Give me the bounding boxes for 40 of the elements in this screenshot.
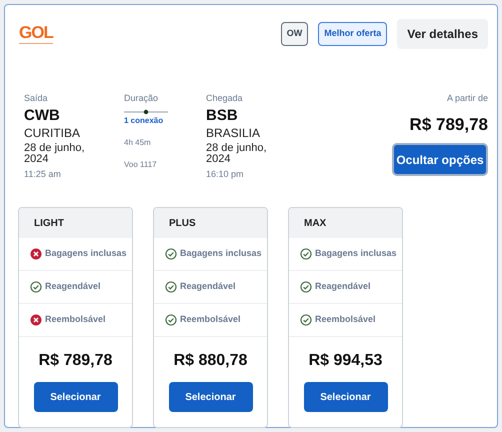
- select-button[interactable]: Selecionar: [304, 382, 388, 412]
- flight-time: 16:10 pm: [206, 168, 245, 181]
- airport-code: CWB: [24, 106, 61, 126]
- feature-text: Reagendável: [180, 280, 236, 294]
- arrival-label: Chegada: [206, 92, 244, 105]
- toggle-options-button[interactable]: Ocultar opções: [392, 143, 488, 176]
- price-label: A partir de: [446, 92, 488, 105]
- fare-price: R$ 789,78: [38, 351, 112, 371]
- stops-text: 1 conexão: [124, 114, 164, 126]
- select-button[interactable]: Selecionar: [168, 382, 252, 412]
- feature-text: Reagendável: [315, 280, 371, 294]
- fare-price: R$ 994,53: [308, 351, 382, 371]
- fare-name: PLUS: [169, 216, 196, 230]
- flight-time: 11:25 am: [24, 168, 62, 180]
- fare-price: R$ 880,78: [174, 351, 248, 371]
- city-name: CURITIBA: [24, 126, 82, 140]
- select-button[interactable]: Selecionar: [34, 382, 118, 412]
- badge: OW: [280, 22, 308, 46]
- flight-date: 28 de junho, 2024: [206, 142, 268, 164]
- fare-name: LIGHT: [34, 216, 64, 230]
- city-name: BRASILIA: [206, 126, 262, 140]
- feature-text: Bagagens inclusas: [315, 247, 397, 260]
- flight-number: Voo 1117: [124, 158, 158, 170]
- feature-text: Bagagens inclusas: [180, 247, 262, 260]
- feature-text: Reembolsável: [45, 313, 106, 326]
- feature-text: Reagendável: [45, 280, 101, 294]
- feature-text: Bagagens inclusas: [45, 247, 127, 260]
- duration-label: Duração: [124, 92, 160, 105]
- feature-text: Reembolsável: [180, 313, 241, 326]
- airport-code: BSB: [206, 106, 239, 126]
- airline-logo: GOL: [19, 24, 53, 44]
- flight-date: 28 de junho, 2024: [24, 142, 86, 164]
- route-line-drawing: [124, 108, 168, 114]
- badge: Melhor oferta: [318, 22, 388, 46]
- departure-label: Saída: [24, 92, 49, 105]
- duration-text: 4h 45m: [124, 136, 152, 148]
- feature-text: Reembolsável: [315, 313, 376, 326]
- price-text: R$ 789,78: [410, 114, 488, 136]
- fare-name: MAX: [304, 216, 326, 230]
- details-button[interactable]: Ver detalhes: [397, 19, 488, 49]
